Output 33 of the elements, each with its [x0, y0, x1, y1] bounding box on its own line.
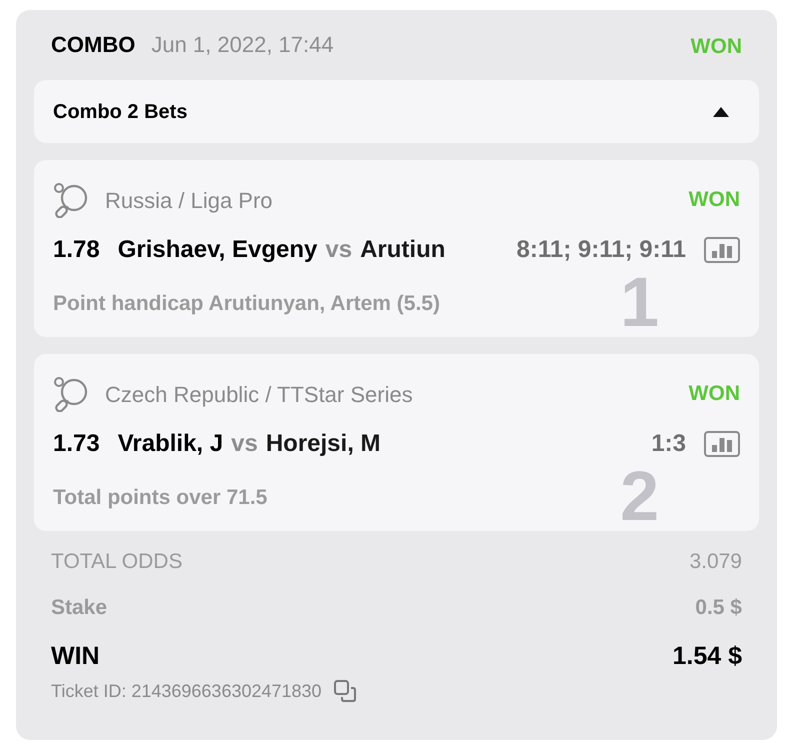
ticket-id: Ticket ID: 2143696636302471830 — [51, 680, 322, 702]
market-description: Point handicap Arutiunyan, Artem (5.5) — [53, 291, 440, 318]
league-name: Czech Republic / TTStar Series — [105, 380, 413, 409]
bar-chart-icon[interactable] — [704, 431, 740, 457]
total-odds-label: TOTAL ODDS — [51, 549, 182, 576]
bar-chart-icon[interactable] — [704, 237, 740, 263]
league-name: Russia / Liga Pro — [105, 186, 273, 215]
bet-odds: 1.73 — [53, 429, 100, 459]
home-player: Grishaev, Evgeny — [118, 235, 318, 265]
bet-status: WON — [688, 381, 740, 408]
bet-status: WON — [688, 187, 740, 214]
bet-odds: 1.78 — [53, 235, 100, 265]
market-description: Total points over 71.5 — [53, 485, 268, 512]
win-label: WIN — [51, 641, 100, 672]
table-tennis-paddle-icon — [53, 182, 89, 218]
away-player: Arutiun — [360, 235, 446, 265]
match-score: 8:11; 9:11; 9:11 — [516, 235, 686, 265]
stake-label: Stake — [51, 595, 108, 622]
versus-label: vs — [231, 429, 258, 459]
combo-toggle[interactable]: Combo 2 Bets — [34, 80, 759, 143]
table-tennis-paddle-icon — [53, 376, 89, 412]
match-score: 1:3 — [650, 429, 686, 459]
home-player: Vrablik, J — [118, 429, 224, 459]
away-player: Horejsi, M — [266, 429, 381, 459]
copy-icon[interactable] — [334, 680, 356, 702]
ticket-status: WON — [690, 34, 742, 60]
total-odds-value: 3.079 — [689, 549, 742, 576]
caret-icon — [713, 106, 729, 116]
bet-date: Jun 1, 2022, 17:44 — [151, 30, 334, 58]
versus-label: vs — [325, 235, 352, 265]
win-amount: 1.54 $ — [672, 641, 742, 672]
bet-type: COMBO — [51, 30, 136, 58]
stake-value: 0.5 $ — [695, 595, 742, 622]
